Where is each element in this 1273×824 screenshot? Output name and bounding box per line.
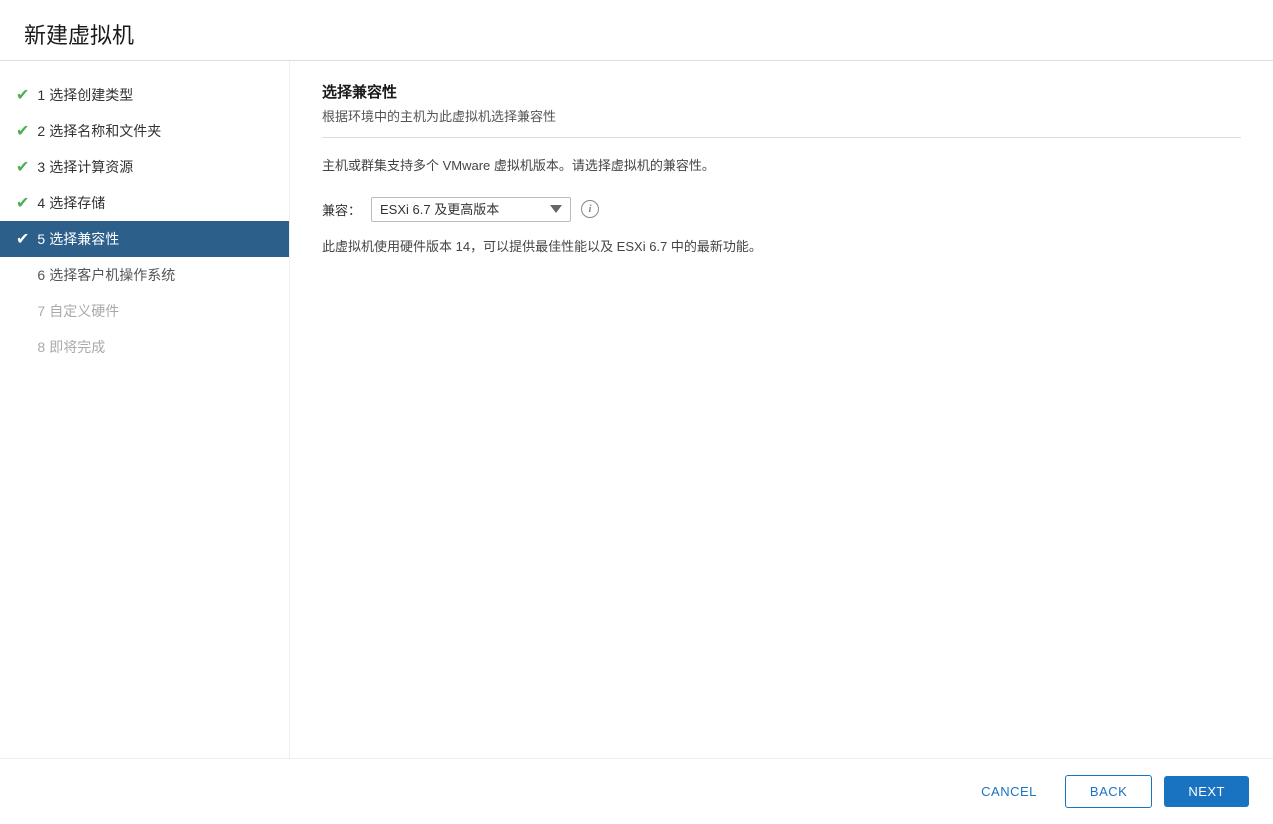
sidebar-item-step1[interactable]: ✔ 1 选择创建类型 [0, 77, 289, 113]
sidebar-item-step6[interactable]: ✔ 6 选择客户机操作系统 [0, 257, 289, 293]
sidebar-item-step4[interactable]: ✔ 4 选择存储 [0, 185, 289, 221]
dialog-body: ✔ 1 选择创建类型 ✔ 2 选择名称和文件夹 ✔ 3 选择计算资源 ✔ 4 选… [0, 61, 1273, 758]
cancel-button[interactable]: CANCEL [965, 776, 1053, 807]
step-num-3: 3 [37, 159, 45, 175]
check-icon-step4: ✔ [16, 193, 29, 213]
dialog-title: 新建虚拟机 [24, 18, 1249, 50]
section-divider [322, 137, 1241, 138]
compat-label: 兼容： [322, 200, 361, 219]
dialog-header: 新建虚拟机 [0, 0, 1273, 61]
sidebar-label-step5: 选择兼容性 [49, 229, 119, 249]
sidebar-item-step5[interactable]: ✔ 5 选择兼容性 [0, 221, 289, 257]
sidebar-label-step6: 选择客户机操作系统 [49, 265, 175, 285]
main-content: 选择兼容性 根据环境中的主机为此虚拟机选择兼容性 主机或群集支持多个 VMwar… [290, 61, 1273, 758]
sidebar-label-step2: 选择名称和文件夹 [49, 121, 161, 141]
new-vm-dialog: 新建虚拟机 ✔ 1 选择创建类型 ✔ 2 选择名称和文件夹 ✔ 3 选择计算资源 [0, 0, 1273, 824]
info-icon[interactable]: i [581, 200, 599, 218]
check-icon-step1: ✔ [16, 85, 29, 105]
back-button[interactable]: BACK [1065, 775, 1152, 808]
section-subtitle: 根据环境中的主机为此虚拟机选择兼容性 [322, 106, 1241, 125]
sidebar-item-step3[interactable]: ✔ 3 选择计算资源 [0, 149, 289, 185]
description-text: 主机或群集支持多个 VMware 虚拟机版本。请选择虚拟机的兼容性。 [322, 156, 1241, 177]
sidebar-label-step1: 选择创建类型 [49, 85, 133, 105]
sidebar-label-step7: 自定义硬件 [49, 301, 119, 321]
step-num-4: 4 [37, 195, 45, 211]
compat-row: 兼容： ESXi 6.7 及更高版本 ESXi 6.5 及更高版本 ESXi 6… [322, 197, 1241, 222]
dialog-footer: CANCEL BACK NEXT [0, 758, 1273, 824]
check-icon-step3: ✔ [16, 157, 29, 177]
sidebar-label-step3: 选择计算资源 [49, 157, 133, 177]
sidebar-item-step7: ✔ 7 自定义硬件 [0, 293, 289, 329]
check-icon-step5: ✔ [16, 229, 29, 249]
step-num-6: 6 [37, 267, 45, 283]
sidebar-label-step8: 即将完成 [49, 337, 105, 357]
sidebar-item-step2[interactable]: ✔ 2 选择名称和文件夹 [0, 113, 289, 149]
step-num-8: 8 [37, 339, 45, 355]
step-num-2: 2 [37, 123, 45, 139]
next-button[interactable]: NEXT [1164, 776, 1249, 807]
step-num-5: 5 [37, 231, 45, 247]
section-title: 选择兼容性 [322, 81, 1241, 102]
hardware-info: 此虚拟机使用硬件版本 14，可以提供最佳性能以及 ESXi 6.7 中的最新功能… [322, 236, 1241, 255]
compat-select[interactable]: ESXi 6.7 及更高版本 ESXi 6.5 及更高版本 ESXi 6.0 及… [371, 197, 571, 222]
step-num-7: 7 [37, 303, 45, 319]
sidebar: ✔ 1 选择创建类型 ✔ 2 选择名称和文件夹 ✔ 3 选择计算资源 ✔ 4 选… [0, 61, 290, 758]
sidebar-label-step4: 选择存储 [49, 193, 105, 213]
step-num-1: 1 [37, 87, 45, 103]
check-icon-step2: ✔ [16, 121, 29, 141]
sidebar-item-step8: ✔ 8 即将完成 [0, 329, 289, 365]
